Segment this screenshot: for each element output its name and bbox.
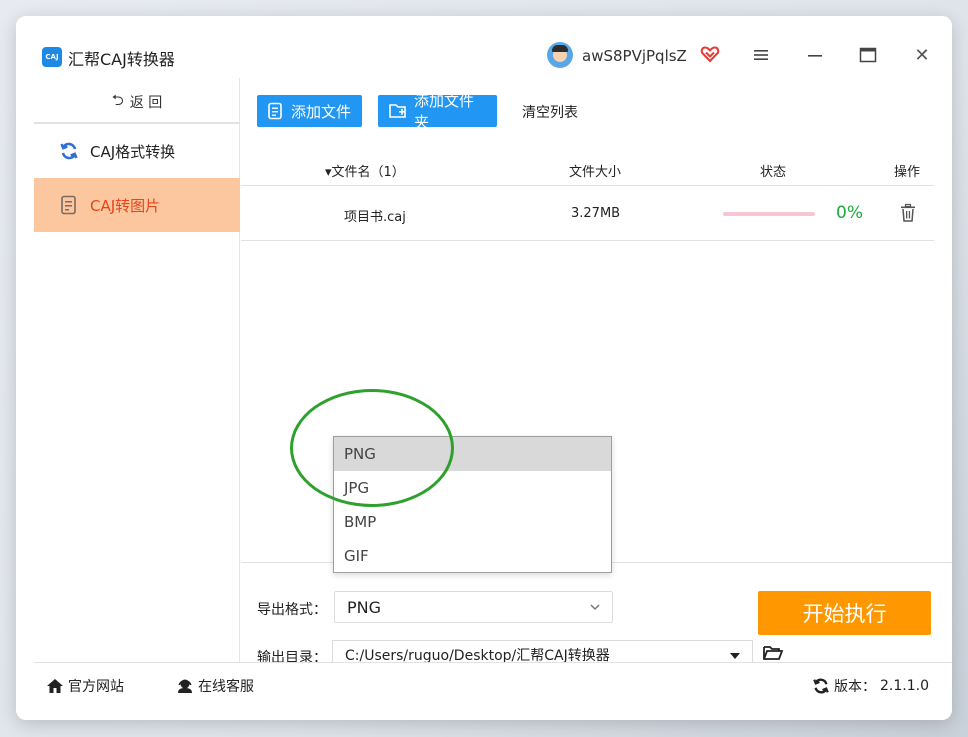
add-folder-label: 添加文件夹 (414, 92, 475, 131)
version-value: 2.1.1.0 (880, 678, 929, 694)
progress-percent: 0% (836, 203, 863, 223)
online-service-label: 在线客服 (198, 679, 254, 695)
column-header-filename[interactable]: ▾文件名（1） (325, 161, 405, 180)
add-folder-button[interactable]: 添加文件夹 (378, 92, 497, 131)
app-logo-icon: CAJ (42, 47, 62, 67)
app-window: CAJ 汇帮CAJ转换器 awS8PVjPqlsZ ✕ ⮌ 返 回 CAJ格式转… (16, 16, 952, 720)
home-icon (46, 678, 64, 694)
sidebar-item-label: CAJ转图片 (90, 196, 161, 215)
official-site-link[interactable]: 官方网站 (46, 676, 124, 696)
headset-icon (176, 678, 194, 694)
export-format-label: 导出格式： (257, 602, 327, 618)
vip-heart-icon[interactable] (700, 44, 720, 64)
back-button[interactable]: ⮌ 返 回 (34, 90, 240, 114)
back-arrow-icon: ⮌ (111, 90, 124, 109)
clear-list-button[interactable]: 清空列表 (522, 102, 578, 122)
add-file-button[interactable]: 添加文件 (257, 95, 362, 127)
sidebar: ⮌ 返 回 CAJ格式转换 CAJ转图片 (34, 78, 240, 662)
progress-bar (723, 212, 815, 216)
open-folder-icon[interactable] (762, 643, 784, 663)
sidebar-item-caj-format-convert[interactable]: CAJ格式转换 (34, 124, 240, 178)
title-bar: CAJ 汇帮CAJ转换器 awS8PVjPqlsZ ✕ (16, 16, 952, 78)
refresh-icon[interactable] (812, 677, 830, 695)
export-format-select[interactable]: PNG (334, 591, 613, 623)
add-folder-icon (388, 102, 408, 120)
close-icon[interactable]: ✕ (910, 44, 934, 66)
highlight-ring (290, 389, 454, 507)
online-service-link[interactable]: 在线客服 (176, 676, 254, 696)
minimize-icon[interactable] (803, 44, 827, 66)
dropdown-caret-icon (730, 653, 740, 659)
column-header-status: 状态 (760, 165, 787, 180)
maximize-icon[interactable] (856, 44, 880, 66)
version-label: 版本： (834, 679, 876, 695)
format-option-gif[interactable]: GIF (334, 539, 611, 573)
column-header-filesize: 文件大小 (569, 165, 622, 180)
column-header-action: 操作 (894, 165, 921, 180)
trash-icon[interactable] (899, 203, 917, 223)
format-option-bmp[interactable]: BMP (334, 505, 611, 539)
footer: 官方网站 在线客服 版本： 2.1.1.0 (34, 662, 952, 706)
table-row: 项目书.caj 3.27MB 0% (241, 187, 934, 241)
start-button[interactable]: 开始执行 (758, 591, 931, 635)
username[interactable]: awS8PVjPqlsZ (582, 47, 687, 65)
file-size: 3.27MB (571, 206, 621, 221)
menu-icon[interactable] (749, 44, 773, 66)
user-avatar[interactable] (547, 42, 573, 68)
sidebar-item-label: CAJ格式转换 (90, 142, 176, 161)
refresh-icon (58, 141, 80, 161)
file-table-header: ▾文件名（1） 文件大小 状态 操作 (241, 150, 934, 186)
export-format-value: PNG (347, 597, 382, 617)
document-icon (58, 195, 80, 215)
version-info: 版本： 2.1.1.0 (812, 676, 929, 696)
chevron-down-icon (590, 604, 600, 611)
app-title: 汇帮CAJ转换器 (68, 50, 175, 69)
file-name: 项目书.caj (344, 210, 406, 225)
back-label: 返 回 (129, 95, 163, 111)
add-file-icon (267, 102, 285, 120)
add-file-label: 添加文件 (291, 102, 352, 121)
sidebar-item-caj-to-image[interactable]: CAJ转图片 (34, 178, 240, 232)
output-settings: 导出格式： PNG 输出目录： C:/Users/ruguo/Desktop/汇… (241, 562, 952, 670)
official-site-label: 官方网站 (68, 679, 124, 695)
